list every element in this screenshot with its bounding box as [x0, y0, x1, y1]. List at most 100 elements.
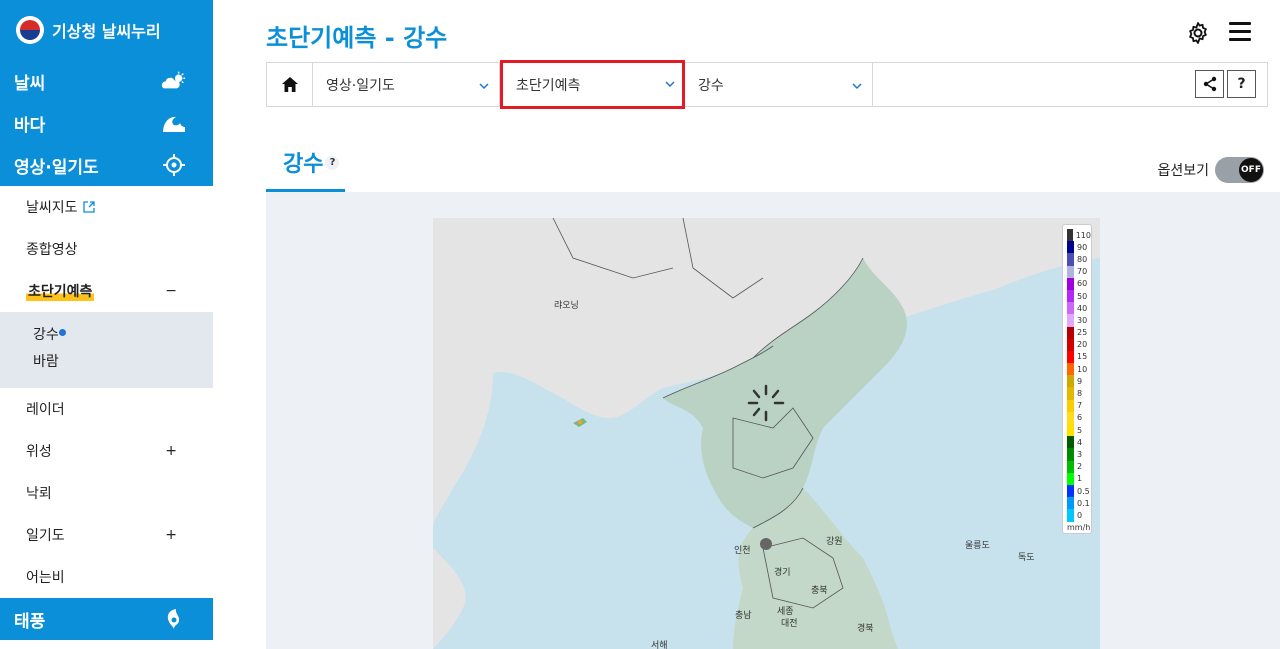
legend-row: 1 [1067, 472, 1091, 485]
legend-swatch [1067, 497, 1074, 510]
legend-value: 1 [1077, 474, 1083, 484]
sidebar-category-weather[interactable]: 날씨 [0, 60, 213, 102]
sidebar-category-typhoon[interactable]: 태풍 [0, 598, 213, 640]
legend-row: 6 [1067, 411, 1091, 424]
sidebar-item-lightning[interactable]: 낙뢰 [0, 472, 213, 514]
legend-row: 3 [1067, 448, 1091, 461]
legend-value: 3 [1077, 449, 1083, 459]
legend-swatch [1067, 448, 1074, 461]
toggle-knob: OFF [1239, 158, 1263, 182]
subcategory-dropdown[interactable]: 초단기예측 [500, 60, 685, 109]
map-label: 서해 [651, 641, 668, 649]
gear-icon[interactable] [1186, 21, 1210, 49]
legend-swatch [1067, 338, 1074, 351]
legend-value: 6 [1077, 413, 1083, 423]
chevron-down-icon [852, 78, 862, 94]
sidebar-subitem-wind[interactable]: 바람 [33, 349, 213, 376]
sidebar-category-label: 날씨 [14, 73, 46, 94]
sidebar-category-label: 태풍 [14, 611, 46, 632]
sidebar-subsub-list: 강수 바람 [0, 312, 213, 388]
map-graphic [433, 218, 1100, 649]
legend-row: 15 [1067, 350, 1091, 364]
kma-logo[interactable]: 기상청 날씨누리 [0, 0, 213, 60]
precip-legend: 110 90 80 70 60 50 40 30 25 20 15 10 9 8 7 6 5 4 3 2 1 0.5 0.1… [1062, 224, 1092, 534]
map-panel: 랴오닝 인천 강원 울릉도 독도 경기 충북 충남 세종 대전 경북 서해 11… [266, 192, 1280, 649]
home-icon[interactable] [267, 63, 313, 106]
help-icon[interactable]: ? [325, 156, 340, 170]
expand-toggle[interactable]: + [165, 443, 177, 459]
map-label: 랴오닝 [554, 301, 579, 311]
legend-swatch [1067, 350, 1074, 364]
legend-swatch [1067, 363, 1074, 376]
sidebar-item-label: 초단기예측 [26, 281, 95, 301]
legend-value: 0.1 [1077, 498, 1090, 508]
tab-bar: 강수? 옵션보기 OFF [266, 142, 1268, 192]
sidebar-item-composite[interactable]: 종합영상 [0, 228, 213, 270]
sidebar-subitem-label: 강수 [33, 327, 59, 343]
sidebar-item-radar[interactable]: 레이더 [0, 388, 213, 430]
sidebar-category-sea[interactable]: 바다 [0, 102, 213, 144]
sidebar-item-label: 레이더 [26, 402, 65, 418]
legend-swatch [1067, 302, 1074, 315]
legend-row: 90 [1067, 241, 1091, 254]
legend-swatch [1067, 509, 1074, 522]
share-icon[interactable] [1195, 70, 1224, 98]
dropdown-value: 영상·일기도 [326, 77, 395, 94]
legend-swatch [1067, 387, 1074, 400]
sidebar-subitem-precip[interactable]: 강수 [33, 322, 213, 349]
logo-text: 기상청 날씨누리 [52, 22, 161, 41]
taegeuk-logo-icon [16, 16, 44, 44]
sidebar-item-label: 낙뢰 [26, 486, 52, 502]
sidebar-item-label: 종합영상 [26, 242, 78, 258]
main-content: 초단기예측 - 강수 영상·일기도 초단기예측 강수 ? 강수? 옵션보기 OF… [266, 0, 1280, 649]
map-label: 충남 [735, 611, 752, 621]
menu-icon[interactable] [1229, 22, 1251, 46]
element-dropdown[interactable]: 강수 [685, 63, 873, 106]
map-label: 울릉도 [965, 541, 990, 551]
chevron-down-icon [665, 76, 675, 92]
sidebar-item-satellite[interactable]: 위성 + [0, 430, 213, 472]
legend-row: 5 [1067, 424, 1091, 437]
options-toggle[interactable]: OFF [1215, 157, 1264, 183]
sidebar-item-nowcast[interactable]: 초단기예측 − [0, 270, 213, 312]
legend-unit: mm/h [1067, 522, 1091, 532]
satellite-target-icon [161, 154, 187, 176]
sidebar-item-weather-map[interactable]: 날씨지도 [0, 186, 213, 228]
legend-swatch [1067, 289, 1074, 303]
help-button[interactable]: ? [1227, 70, 1256, 98]
options-label: 옵션보기 [1157, 163, 1209, 179]
category-dropdown[interactable]: 영상·일기도 [313, 63, 500, 106]
legend-row: 10 [1067, 363, 1091, 376]
sidebar-subitem-label: 바람 [33, 354, 59, 370]
legend-row: 30 [1067, 314, 1091, 327]
legend-row: 4 [1067, 436, 1091, 449]
legend-swatch [1067, 375, 1074, 388]
chevron-down-icon [479, 78, 489, 94]
legend-swatch [1067, 411, 1074, 424]
legend-value: 25 [1077, 328, 1088, 338]
legend-row: 80 [1067, 253, 1091, 266]
legend-swatch [1067, 472, 1074, 485]
legend-value: 0 [1077, 510, 1083, 520]
collapse-toggle[interactable]: − [165, 283, 177, 299]
sidebar-item-label: 위성 [26, 444, 52, 460]
breadcrumb-bar: 영상·일기도 초단기예측 강수 ? [266, 60, 1268, 109]
legend-row: 60 [1067, 277, 1091, 290]
map-label: 인천 [734, 546, 751, 556]
map-label: 경기 [774, 568, 791, 578]
legend-value: 80 [1077, 254, 1088, 264]
legend-value: 4 [1077, 437, 1083, 447]
legend-row: 0 [1067, 509, 1091, 522]
expand-toggle[interactable]: + [165, 527, 177, 543]
sidebar-item-freezing-rain[interactable]: 어는비 [0, 556, 213, 598]
sidebar-item-weather-chart[interactable]: 일기도 + [0, 514, 213, 556]
sidebar-category-imagery[interactable]: 영상·일기도 [0, 144, 213, 186]
tab-precip[interactable]: 강수? [266, 142, 345, 192]
wave-icon [161, 112, 187, 134]
nav-tools: ? [873, 63, 1267, 106]
map-label: 경북 [857, 624, 874, 634]
legend-value: 60 [1077, 279, 1088, 289]
precip-map[interactable]: 랴오닝 인천 강원 울릉도 독도 경기 충북 충남 세종 대전 경북 서해 11… [433, 218, 1100, 649]
map-label: 독도 [1018, 553, 1035, 563]
dropdown-value: 초단기예측 [516, 77, 581, 94]
